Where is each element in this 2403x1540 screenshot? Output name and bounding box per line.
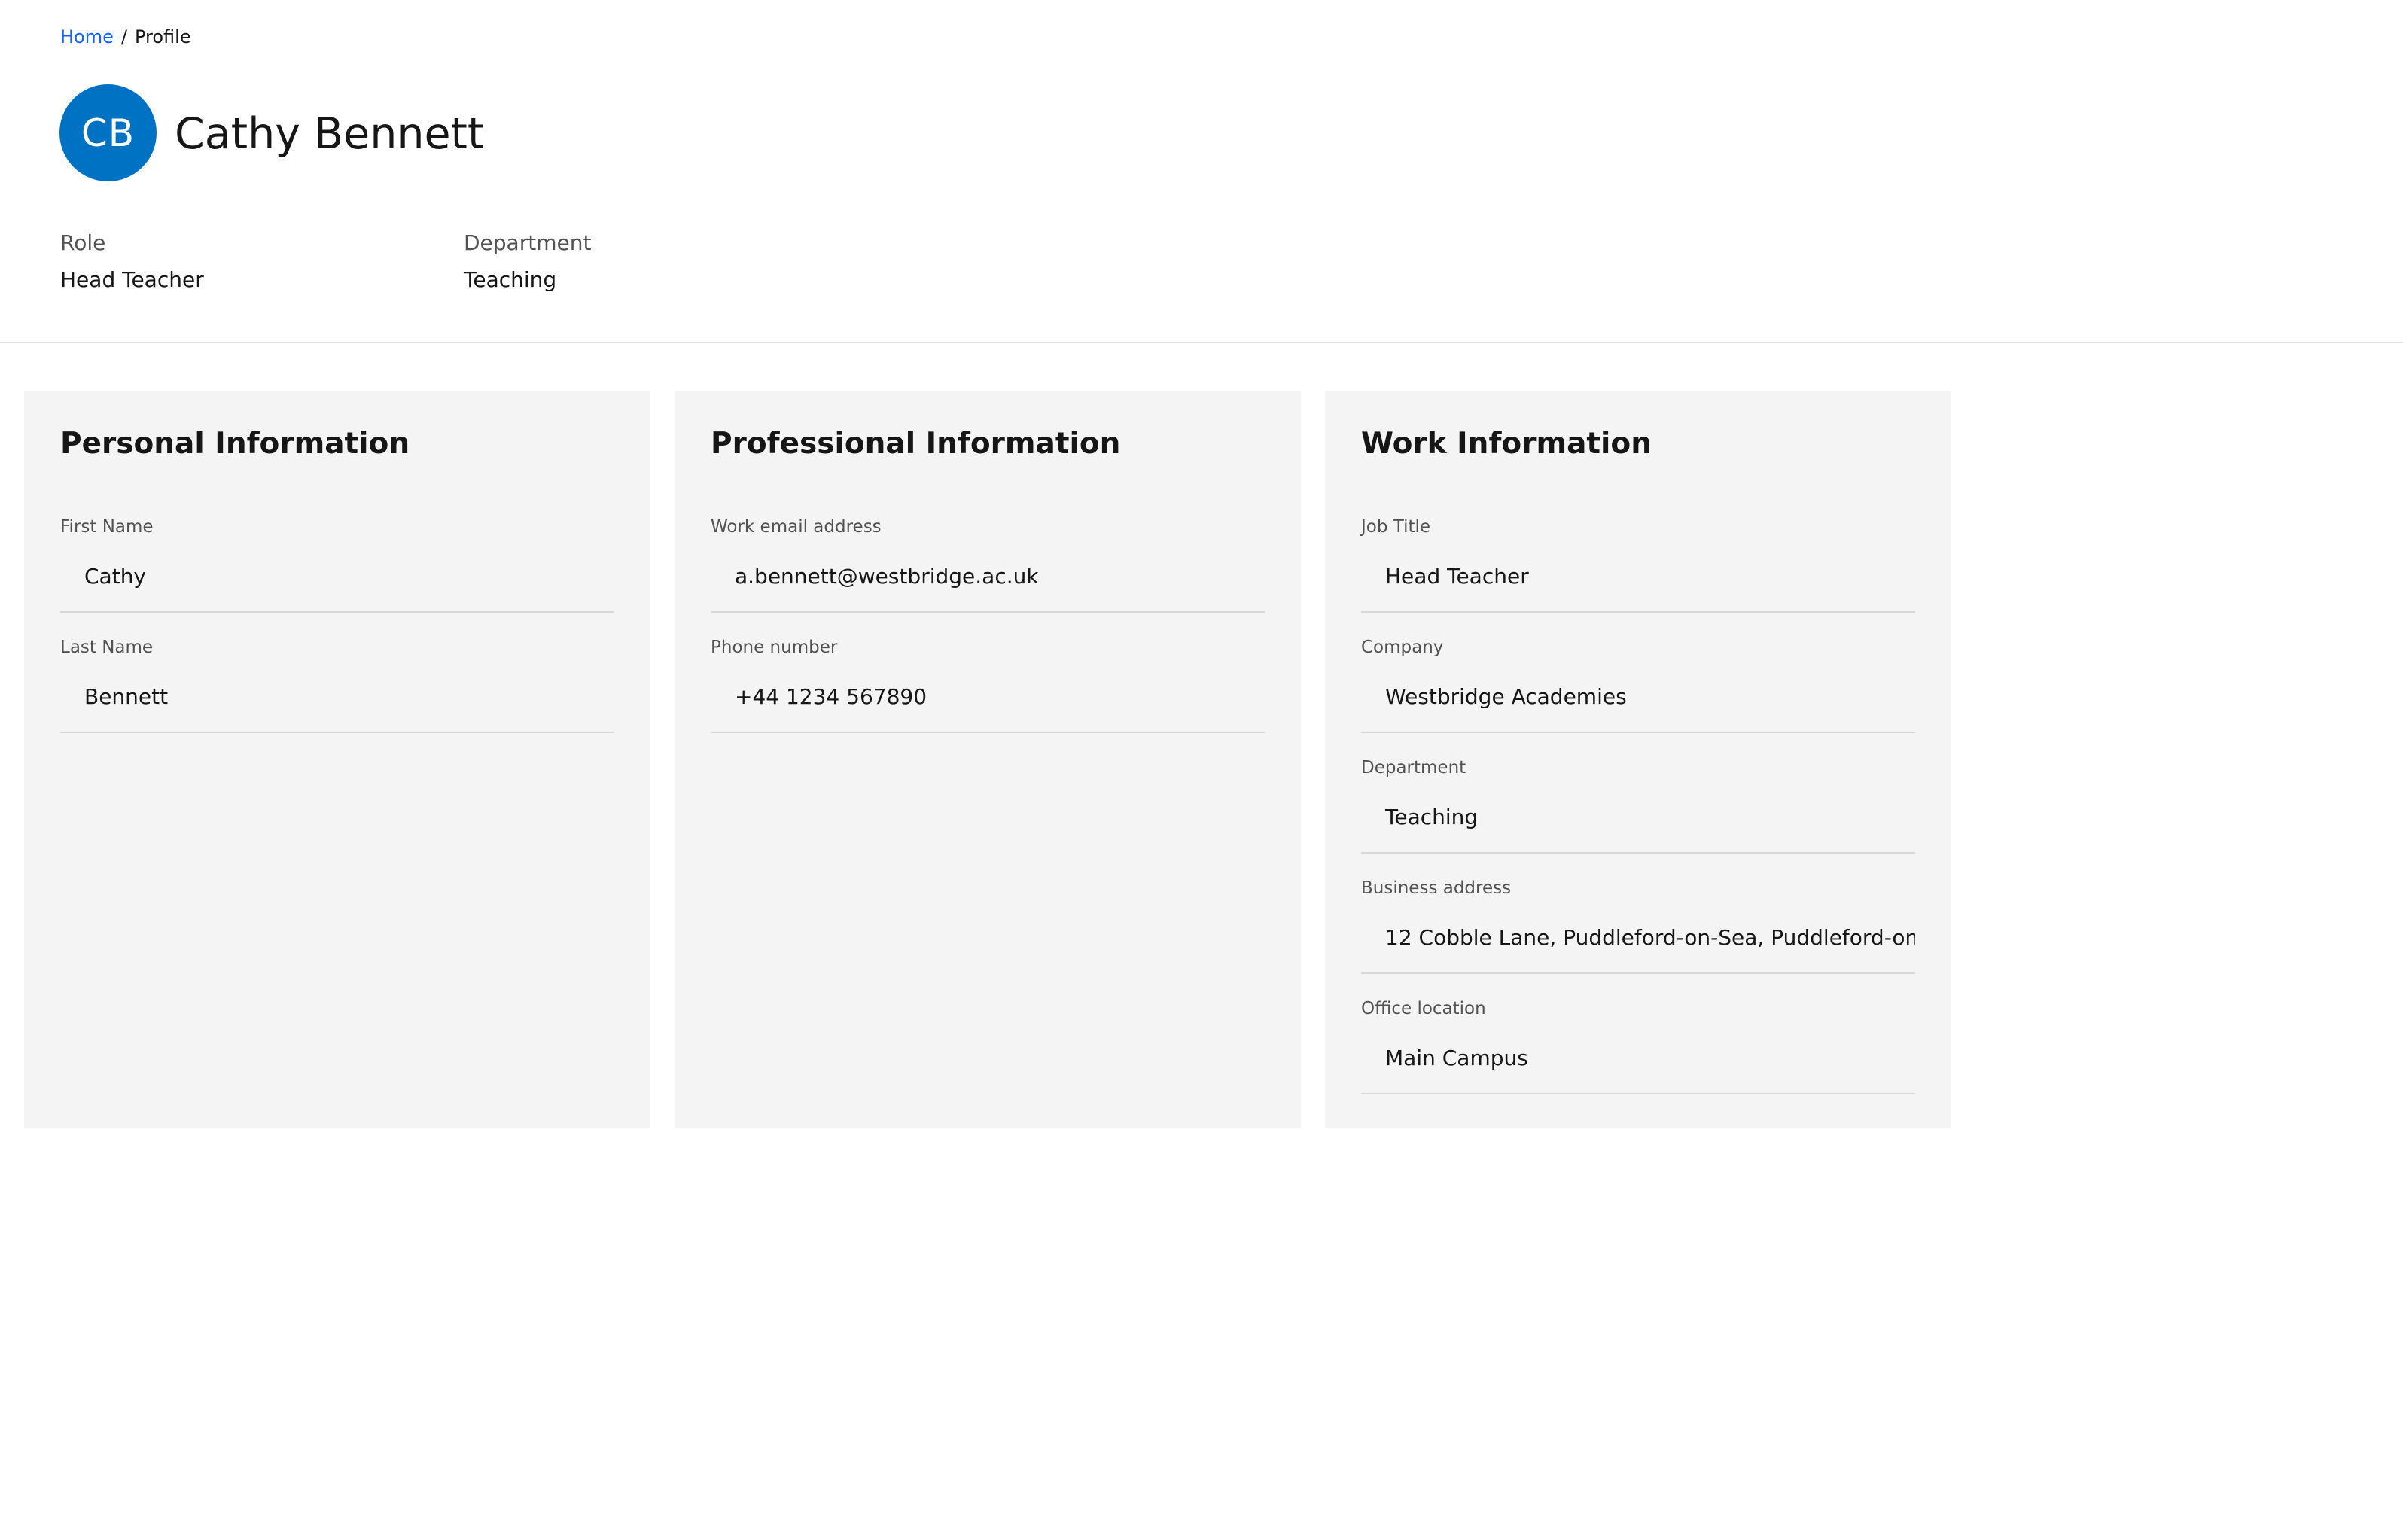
last-name-field: Last Name Bennett xyxy=(60,635,614,733)
field-label: Job Title xyxy=(1361,517,1431,537)
department-input[interactable]: Teaching xyxy=(1361,795,1915,854)
business-address-field: Business address 12 Cobble Lane, Puddlef… xyxy=(1361,876,1915,974)
work-email-field: Work email address a.bennett@westbridge.… xyxy=(711,515,1265,613)
first-name-field: First Name Cathy xyxy=(60,515,614,613)
field-label: Business address xyxy=(1361,878,1512,898)
breadcrumb-current: Profile xyxy=(134,26,191,47)
job-title-input[interactable]: Head Teacher xyxy=(1361,554,1915,613)
avatar-initials: CB xyxy=(81,111,136,155)
breadcrumb-separator: / xyxy=(120,26,127,47)
breadcrumb: Home / Profile xyxy=(60,25,191,49)
field-label: Work email address xyxy=(711,517,882,537)
page-title: Cathy Bennett xyxy=(175,109,485,159)
last-name-input[interactable]: Bennett xyxy=(60,674,614,733)
department-value: Teaching xyxy=(464,267,557,292)
phone-number-field: Phone number +44 1234 567890 xyxy=(711,635,1265,733)
business-address-input[interactable]: 12 Cobble Lane, Puddleford-on-Sea, Puddl… xyxy=(1361,915,1915,974)
card-title: Personal Information xyxy=(60,427,410,461)
field-label: First Name xyxy=(60,517,154,537)
department-field: Department Teaching xyxy=(1361,756,1915,854)
field-label: Last Name xyxy=(60,638,154,657)
job-title-field: Job Title Head Teacher xyxy=(1361,515,1915,613)
personal-information-card: Personal Information First Name Cathy La… xyxy=(24,391,650,1128)
professional-information-card: Professional Information Work email addr… xyxy=(675,391,1301,1128)
card-title: Professional Information xyxy=(711,427,1121,461)
company-field: Company Westbridge Academies xyxy=(1361,635,1915,733)
profile-header: Home / Profile CB Cathy Bennett Role Head … xyxy=(0,0,2403,343)
field-label: Phone number xyxy=(711,638,838,657)
field-label: Office location xyxy=(1361,999,1486,1018)
department-label: Department xyxy=(464,230,592,255)
company-input[interactable]: Westbridge Academies xyxy=(1361,674,1915,733)
avatar: CB xyxy=(59,84,157,181)
field-label: Department xyxy=(1361,758,1466,778)
office-location-input[interactable]: Main Campus xyxy=(1361,1036,1915,1094)
role-label: Role xyxy=(60,230,106,255)
card-title: Work Information xyxy=(1361,427,1652,461)
office-location-field: Office location Main Campus xyxy=(1361,997,1915,1094)
role-value: Head Teacher xyxy=(60,267,204,292)
work-information-card: Work Information Job Title Head Teacher … xyxy=(1325,391,1951,1128)
field-label: Company xyxy=(1361,638,1444,657)
phone-number-input[interactable]: +44 1234 567890 xyxy=(711,674,1265,733)
breadcrumb-home-link[interactable]: Home xyxy=(60,26,114,47)
first-name-input[interactable]: Cathy xyxy=(60,554,614,613)
work-email-input[interactable]: a.bennett@westbridge.ac.uk xyxy=(711,554,1265,613)
